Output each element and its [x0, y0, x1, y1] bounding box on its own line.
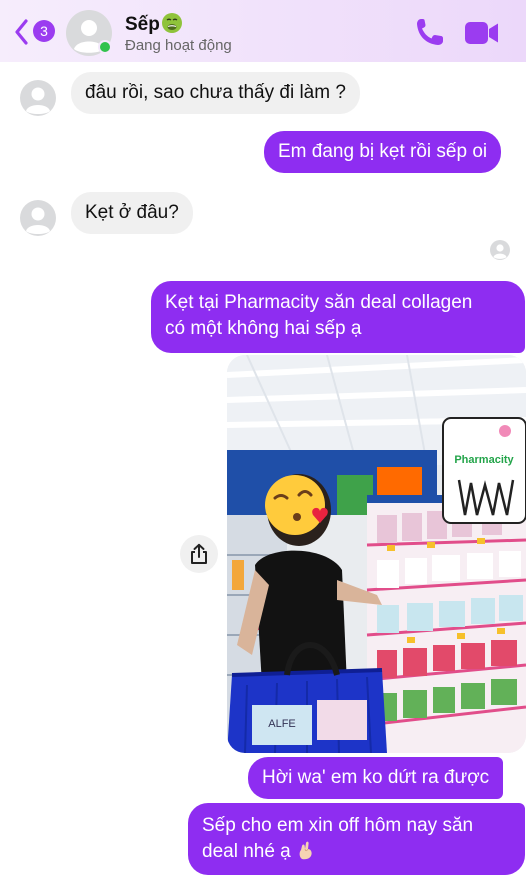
back-button[interactable]: 3	[14, 17, 60, 47]
store-sign-text: Pharmacity	[454, 454, 514, 466]
video-call-icon[interactable]	[464, 18, 500, 48]
incoming-message[interactable]: đâu rồi, sao chưa thấy đi làm ?	[71, 72, 360, 114]
message-text: Hời wa' em ko dứt ra được	[262, 767, 490, 788]
contact-name-text: Sếp	[125, 14, 160, 35]
outgoing-message[interactable]: Em đang bị kẹt rồi sếp oi	[264, 131, 502, 173]
nauseated-face-emoji-icon	[161, 13, 182, 33]
message-text: đâu rồi, sao chưa thấy đi làm ?	[85, 82, 346, 103]
message-line: Sếp cho em xin off hôm nay săn	[202, 815, 474, 836]
message-line-text: deal nhé ạ	[202, 841, 291, 862]
message-line: Kẹt tại Pharmacity săn deal collagen	[165, 292, 473, 313]
outgoing-message[interactable]: Sếp cho em xin off hôm nay săn deal nhé …	[188, 803, 525, 875]
chevron-left-icon	[15, 19, 28, 45]
sender-avatar[interactable]	[20, 80, 56, 116]
chat-header: 3 Sếp Đang hoạt động	[0, 0, 526, 62]
sender-avatar[interactable]	[20, 200, 56, 236]
pharmacy-store-photo: Pharmacity ALFE	[227, 355, 526, 753]
message-text: Em đang bị kẹt rồi sếp oi	[278, 141, 488, 162]
photo-message[interactable]: Pharmacity ALFE	[227, 355, 526, 753]
pinching-hand-emoji-icon	[299, 841, 312, 860]
message-text: Kẹt ở đâu?	[85, 202, 179, 223]
product-box-text: ALFE	[268, 718, 296, 730]
message-line: có một không hai sếp ạ	[165, 318, 362, 339]
unread-count-badge: 3	[33, 20, 55, 42]
active-status: Đang hoạt động	[125, 37, 232, 54]
share-icon	[191, 543, 207, 564]
contact-name[interactable]: Sếp	[125, 12, 183, 36]
message-line: deal nhé ạ	[202, 839, 511, 865]
seen-receipt-avatar	[490, 240, 510, 260]
share-button[interactable]	[180, 535, 218, 573]
outgoing-message[interactable]: Kẹt tại Pharmacity săn deal collagen có …	[151, 281, 525, 353]
online-indicator	[98, 40, 112, 54]
outgoing-message[interactable]: Hời wa' em ko dứt ra được	[248, 757, 504, 799]
incoming-message[interactable]: Kẹt ở đâu?	[71, 192, 193, 234]
phone-call-icon[interactable]	[414, 16, 444, 48]
